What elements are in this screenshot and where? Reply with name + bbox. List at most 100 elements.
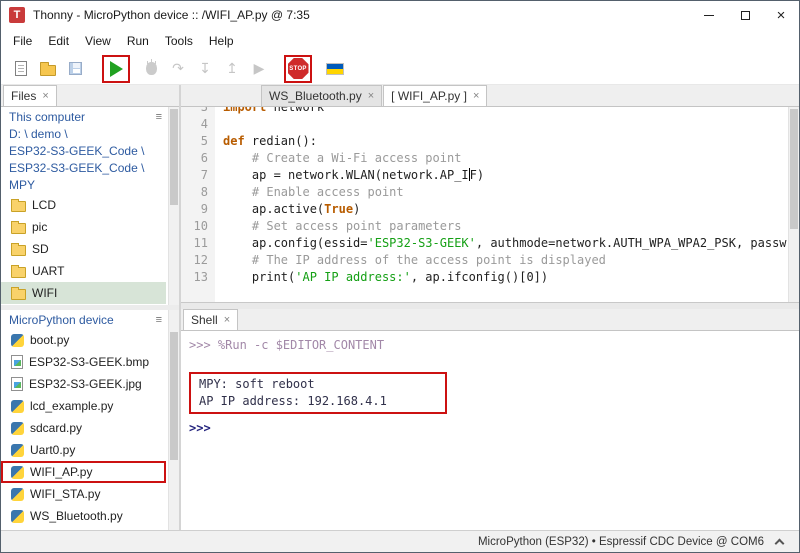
line-number: 5 xyxy=(181,133,215,150)
code-line-13: 13 print('AP IP address:', ap.ifconfig()… xyxy=(181,269,799,286)
tab-shell[interactable]: Shell × xyxy=(183,309,238,330)
this-computer-header[interactable]: This computer xyxy=(9,110,85,125)
file-wifi-ap-py[interactable]: WIFI_AP.py xyxy=(1,461,166,483)
folder-label: LCD xyxy=(32,198,56,212)
file-label: sdcard.py xyxy=(30,421,82,435)
line-number: 9 xyxy=(181,201,215,218)
code-line-7: 7 ap = network.WLAN(network.AP_IF) xyxy=(181,167,799,184)
shell-output-line: AP IP address: 192.168.4.1 xyxy=(199,393,387,410)
file-label: WS_Bluetooth.py xyxy=(30,509,123,523)
file-ws-bluetooth-py[interactable]: WS_Bluetooth.py xyxy=(1,505,166,527)
toolbar: ↷ ↧ ↥ ▶ STOP xyxy=(1,53,799,85)
code-line-3: 3import network xyxy=(181,107,799,116)
code-line-12: 12 # The IP address of the access point … xyxy=(181,252,799,269)
device-header[interactable]: MicroPython device xyxy=(9,313,114,328)
menu-file[interactable]: File xyxy=(5,31,40,51)
tab-ws-bluetooth-py[interactable]: WS_Bluetooth.py× xyxy=(261,85,382,106)
close-button[interactable]: × xyxy=(763,1,799,29)
tab-files[interactable]: Files × xyxy=(3,85,57,106)
run-current-script-button[interactable] xyxy=(104,57,128,81)
folder-icon xyxy=(11,289,26,300)
step-out-button: ↥ xyxy=(220,57,244,81)
code-editor[interactable]: 3import network45def redian():6 # Create… xyxy=(181,107,799,303)
panel-menu-icon[interactable]: ≡ xyxy=(154,110,164,125)
folder-sd[interactable]: SD xyxy=(1,238,166,260)
chevron-up-icon[interactable] xyxy=(775,538,785,548)
folder-icon xyxy=(11,245,26,256)
computer-scrollbar[interactable] xyxy=(168,107,179,305)
open-file-button[interactable] xyxy=(36,57,60,81)
support-ukraine-button[interactable] xyxy=(323,57,347,81)
file-sdcard-py[interactable]: sdcard.py xyxy=(1,417,166,439)
path-segment[interactable]: ESP32-S3-GEEK_Code \ xyxy=(1,143,179,160)
path-lines: D: \ demo \ESP32-S3-GEEK_Code \ESP32-S3-… xyxy=(1,126,179,194)
editor-scrollbar[interactable] xyxy=(788,107,799,302)
folder-wifi[interactable]: WIFI xyxy=(1,282,166,304)
menu-help[interactable]: Help xyxy=(201,31,242,51)
folder-icon xyxy=(11,267,26,278)
close-icon[interactable]: × xyxy=(224,314,230,326)
folder-lcd[interactable]: LCD xyxy=(1,194,166,216)
step-over-icon: ↷ xyxy=(172,62,184,76)
code-text: print('AP IP address:', ap.ifconfig()[0]… xyxy=(215,269,548,286)
menu-run[interactable]: Run xyxy=(119,31,157,51)
scrollbar-thumb[interactable] xyxy=(170,109,178,205)
file-wifi-sta-py[interactable]: WIFI_STA.py xyxy=(1,483,166,505)
code-text: ap.config(essid='ESP32-S3-GEEK', authmod… xyxy=(215,235,787,252)
line-number: 6 xyxy=(181,150,215,167)
py-file-icon xyxy=(11,488,24,501)
file-esp32-s3-geek-bmp[interactable]: ESP32-S3-GEEK.bmp xyxy=(1,351,166,373)
folder-label: WIFI xyxy=(32,286,57,300)
menu-edit[interactable]: Edit xyxy=(40,31,77,51)
minimize-button[interactable] xyxy=(691,1,727,29)
path-segment[interactable]: ESP32-S3-GEEK_Code \ xyxy=(1,160,179,177)
folder-icon xyxy=(11,223,26,234)
file-boot-py[interactable]: boot.py xyxy=(1,329,166,351)
save-file-button[interactable] xyxy=(63,57,87,81)
editor-tab-bar: WS_Bluetooth.py×[ WIFI_AP.py ]× xyxy=(181,85,799,107)
shell-output-annotation: MPY: soft rebootAP IP address: 192.168.4… xyxy=(189,372,447,414)
file-esp32-s3-geek-jpg[interactable]: ESP32-S3-GEEK.jpg xyxy=(1,373,166,395)
close-icon[interactable]: × xyxy=(42,90,48,102)
file-label: WIFI_STA.py xyxy=(30,487,100,501)
code-text: # Create a Wi-Fi access point xyxy=(215,150,461,167)
editor-shell-column: WS_Bluetooth.py×[ WIFI_AP.py ]× 3import … xyxy=(181,85,799,530)
code-line-4: 4 xyxy=(181,116,799,133)
device-scrollbar[interactable] xyxy=(168,310,179,530)
step-into-button: ↧ xyxy=(193,57,217,81)
panel-menu-icon[interactable]: ≡ xyxy=(154,313,164,328)
file-lcd-example-py[interactable]: lcd_example.py xyxy=(1,395,166,417)
file-uart0-py[interactable]: Uart0.py xyxy=(1,439,166,461)
menu-view[interactable]: View xyxy=(77,31,119,51)
tab-wifi-ap-py[interactable]: [ WIFI_AP.py ]× xyxy=(383,85,487,106)
scrollbar-thumb[interactable] xyxy=(170,332,178,460)
file-label: Uart0.py xyxy=(30,443,75,457)
new-file-button[interactable] xyxy=(9,57,33,81)
close-icon[interactable]: × xyxy=(473,90,479,102)
computer-folder-list: LCD picSDUART WIFI xyxy=(1,194,179,304)
folder-pic[interactable]: pic xyxy=(1,216,166,238)
code-line-11: 11 ap.config(essid='ESP32-S3-GEEK', auth… xyxy=(181,235,799,252)
maximize-icon xyxy=(741,11,750,20)
close-icon[interactable]: × xyxy=(368,90,374,102)
menu-tools[interactable]: Tools xyxy=(157,31,201,51)
folder-uart[interactable]: UART xyxy=(1,260,166,282)
resume-icon: ▶ xyxy=(254,62,265,76)
line-number: 11 xyxy=(181,235,215,252)
backend-status[interactable]: MicroPython (ESP32) • Espressif CDC Devi… xyxy=(478,536,764,548)
stop-restart-backend-button[interactable]: STOP xyxy=(286,57,310,81)
path-segment[interactable]: MPY xyxy=(1,177,179,194)
shell-panel[interactable]: >>> %Run -c $EDITOR_CONTENT MPY: soft re… xyxy=(181,331,799,530)
maximize-button[interactable] xyxy=(727,1,763,29)
new-icon xyxy=(15,61,27,76)
code-text: # The IP address of the access point is … xyxy=(215,252,606,269)
py-file-icon xyxy=(11,466,24,479)
py-file-icon xyxy=(11,422,24,435)
scrollbar-thumb[interactable] xyxy=(790,109,798,229)
annotation-rectangle: STOP xyxy=(284,55,312,83)
path-segment[interactable]: D: \ demo \ xyxy=(1,126,179,143)
shell-output-box: MPY: soft rebootAP IP address: 192.168.4… xyxy=(199,376,387,410)
debug-current-script-button xyxy=(139,57,163,81)
code-text: def redian(): xyxy=(215,133,317,150)
step-out-icon: ↥ xyxy=(226,62,238,76)
